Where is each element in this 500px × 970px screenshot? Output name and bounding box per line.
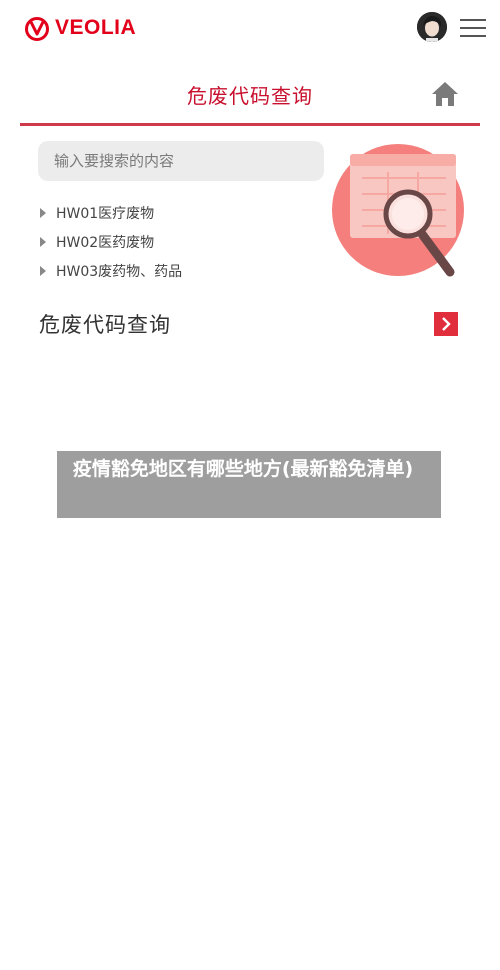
category-label: HW01医疗废物 — [56, 205, 155, 222]
subheader: 危废代码查询 — [20, 72, 480, 126]
triangle-right-icon — [40, 236, 46, 247]
section-more-button[interactable] — [434, 312, 458, 336]
section-title: 危废代码查询 — [39, 313, 171, 337]
brand-name: VEOLIA — [55, 16, 137, 39]
page-title: 危废代码查询 — [187, 84, 313, 108]
search-input[interactable] — [38, 141, 324, 181]
category-item-hw02[interactable]: HW02医药废物 — [38, 227, 318, 256]
article-title-overlay: 疫情豁免地区有哪些地方(最新豁免清单) — [57, 451, 441, 518]
veolia-logo-icon — [25, 17, 49, 41]
home-icon[interactable] — [430, 80, 460, 108]
avatar[interactable] — [417, 12, 447, 42]
category-item-hw03[interactable]: HW03废药物、药品 — [38, 256, 318, 285]
divider — [20, 123, 480, 126]
top-bar: VEOLIA — [0, 0, 500, 60]
search-illustration-icon — [332, 144, 464, 277]
category-label: HW02医药废物 — [56, 234, 155, 251]
category-label: HW03废药物、药品 — [56, 263, 183, 280]
triangle-right-icon — [40, 265, 46, 276]
veolia-logo[interactable]: VEOLIA — [24, 14, 136, 42]
menu-icon[interactable] — [460, 17, 486, 39]
category-item-hw01[interactable]: HW01医疗废物 — [38, 198, 318, 227]
triangle-right-icon — [40, 207, 46, 218]
chevron-right-icon — [442, 317, 451, 331]
category-list: HW01医疗废物 HW02医药废物 HW03废药物、药品 — [38, 198, 318, 285]
